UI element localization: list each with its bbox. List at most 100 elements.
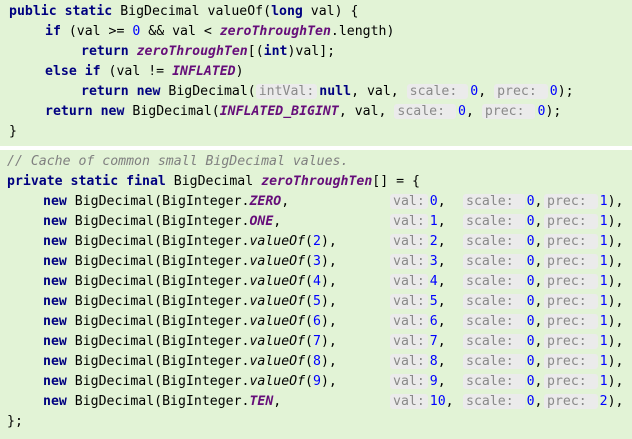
method-call: valueOf (249, 254, 306, 269)
keyword: new (43, 394, 67, 409)
param-hint: prec: (544, 214, 598, 229)
param-hint: val: (390, 194, 428, 209)
hint-label: scale: (466, 354, 514, 369)
number-literal: 8 (429, 354, 438, 369)
param-hint: intVal: (255, 84, 318, 99)
code-line-cache-entry[interactable]: new BigDecimal(BigInteger.valueOf(5), val… (0, 292, 632, 312)
code-line-field-decl[interactable]: private static final BigDecimal zeroThro… (0, 172, 632, 192)
keyword: new (100, 104, 125, 119)
hint-label: scale: (466, 234, 514, 249)
code-line-cache-entry[interactable]: new BigDecimal(BigInteger.valueOf(3), val… (0, 252, 632, 272)
param-hint: prec: (544, 314, 598, 329)
static-field: TEN (249, 394, 274, 409)
number-literal: 0 (457, 104, 466, 119)
param-hint: val: (390, 254, 428, 269)
param-hint: val: (390, 314, 428, 329)
number-literal: 0 (526, 294, 535, 309)
code-line-signature[interactable]: public static BigDecimal valueOf(long va… (0, 2, 632, 22)
code-line-cache-entry[interactable]: new BigDecimal(BigInteger.valueOf(7), val… (0, 332, 632, 352)
code-text: BigDecimal(BigInteger. (74, 314, 250, 329)
keyword: new (43, 194, 67, 209)
code-line-cache-entry[interactable]: new BigDecimal(BigInteger.TEN, val: 10, sca… (0, 392, 632, 412)
code-line-cache-entry[interactable]: new BigDecimal(BigInteger.ZERO, val: 0, sca… (0, 192, 632, 212)
number-literal: 0 (526, 214, 535, 229)
code-line-close-brace[interactable]: } (0, 122, 632, 142)
number-literal: 2 (599, 394, 608, 409)
number-literal: 7 (429, 334, 438, 349)
hint-label: prec: (547, 214, 587, 229)
code-line-cache-entry[interactable]: new BigDecimal(BigInteger.valueOf(4), val… (0, 272, 632, 292)
code-text: && val < (140, 24, 220, 39)
code-line-cache-entry[interactable]: new BigDecimal(BigInteger.valueOf(2), val… (0, 232, 632, 252)
param-hint: val: (390, 334, 428, 349)
static-field: INFLATED (172, 64, 236, 79)
param-hint: scale: (463, 394, 525, 409)
param-hint: prec: (544, 354, 598, 369)
keyword: return (45, 104, 93, 119)
param-name: val (310, 4, 335, 19)
hint-label: scale: (466, 334, 514, 349)
number-literal: 2 (312, 234, 321, 249)
param-hint: scale: (463, 254, 525, 269)
number-literal: 1 (599, 234, 608, 249)
code-line-close[interactable]: }; (0, 412, 632, 432)
number-literal: 1 (599, 314, 608, 329)
param-hint: val: (390, 234, 428, 249)
static-field: ONE (249, 214, 274, 229)
code-text: BigDecimal(BigInteger. (74, 334, 250, 349)
keyword: else (45, 64, 77, 79)
param-hint: scale: (406, 84, 469, 99)
number-literal: 0 (526, 374, 535, 389)
code-comment: // Cache of common small BigDecimal valu… (7, 154, 349, 169)
code-text: BigDecimal(BigInteger. (74, 194, 250, 209)
code-text: BigDecimal(BigInteger. (74, 294, 250, 309)
code-text: , (478, 84, 495, 99)
code-text: (val >= (68, 24, 133, 39)
method-call: valueOf (249, 274, 306, 289)
keyword: new (136, 84, 161, 99)
keyword: return (81, 84, 129, 99)
keyword: new (43, 234, 67, 249)
code-text: }; (7, 414, 23, 429)
number-literal: 8 (312, 354, 321, 369)
number-literal: 1 (429, 214, 438, 229)
param-hint: scale: (463, 314, 525, 329)
keyword: new (43, 254, 67, 269)
number-literal: 0 (526, 234, 535, 249)
keyword: if (84, 64, 101, 79)
code-line-else-if[interactable]: else if (val != INFLATED) (0, 62, 632, 82)
method-name: valueOf (207, 4, 264, 19)
code-text: , (465, 104, 482, 119)
code-text: (val != (100, 64, 173, 79)
code-line-cache-entry[interactable]: new BigDecimal(BigInteger.valueOf(8), val… (0, 352, 632, 372)
number-literal: 10 (429, 394, 446, 409)
hint-label: prec: (547, 334, 587, 349)
code-text: .length) (330, 24, 395, 39)
code-text: , val, (338, 104, 395, 119)
code-line-return-new-null[interactable]: return new BigDecimal(intVal: null, val, … (0, 82, 632, 102)
keyword: public (9, 4, 57, 19)
hint-label: scale: (466, 274, 514, 289)
keyword: new (43, 274, 67, 289)
code-line-cache-entry[interactable]: new BigDecimal(BigInteger.ONE, val: 1, scal… (0, 212, 632, 232)
param-hint: scale: (463, 354, 525, 369)
number-literal: 5 (312, 294, 321, 309)
code-line-return-new-inflated[interactable]: return new BigDecimal(INFLATED_BIGINT, v… (0, 102, 632, 122)
code-line-if[interactable]: if (val >= 0 && val < zeroThroughTen.len… (0, 22, 632, 42)
number-literal: 1 (599, 254, 608, 269)
code-editor[interactable]: public static BigDecimal valueOf(long va… (0, 0, 632, 439)
keyword: static (70, 174, 119, 189)
code-line-cache-entry[interactable]: new BigDecimal(BigInteger.valueOf(6), val… (0, 312, 632, 332)
param-hint: scale: (463, 274, 525, 289)
code-text: [( (247, 44, 264, 59)
code-line-return-cache[interactable]: return zeroThroughTen[(int)val]; (0, 42, 632, 62)
number-literal: 0 (526, 274, 535, 289)
keyword: new (43, 214, 67, 229)
code-line-cache-entry[interactable]: new BigDecimal(BigInteger.valueOf(9), val… (0, 372, 632, 392)
code-text: ) (235, 64, 244, 79)
code-line-comment[interactable]: // Cache of common small BigDecimal valu… (0, 152, 632, 172)
method-call: valueOf (249, 294, 306, 309)
keyword: return (81, 44, 129, 59)
method-block: public static BigDecimal valueOf(long va… (0, 0, 632, 146)
number-literal: 9 (312, 374, 321, 389)
